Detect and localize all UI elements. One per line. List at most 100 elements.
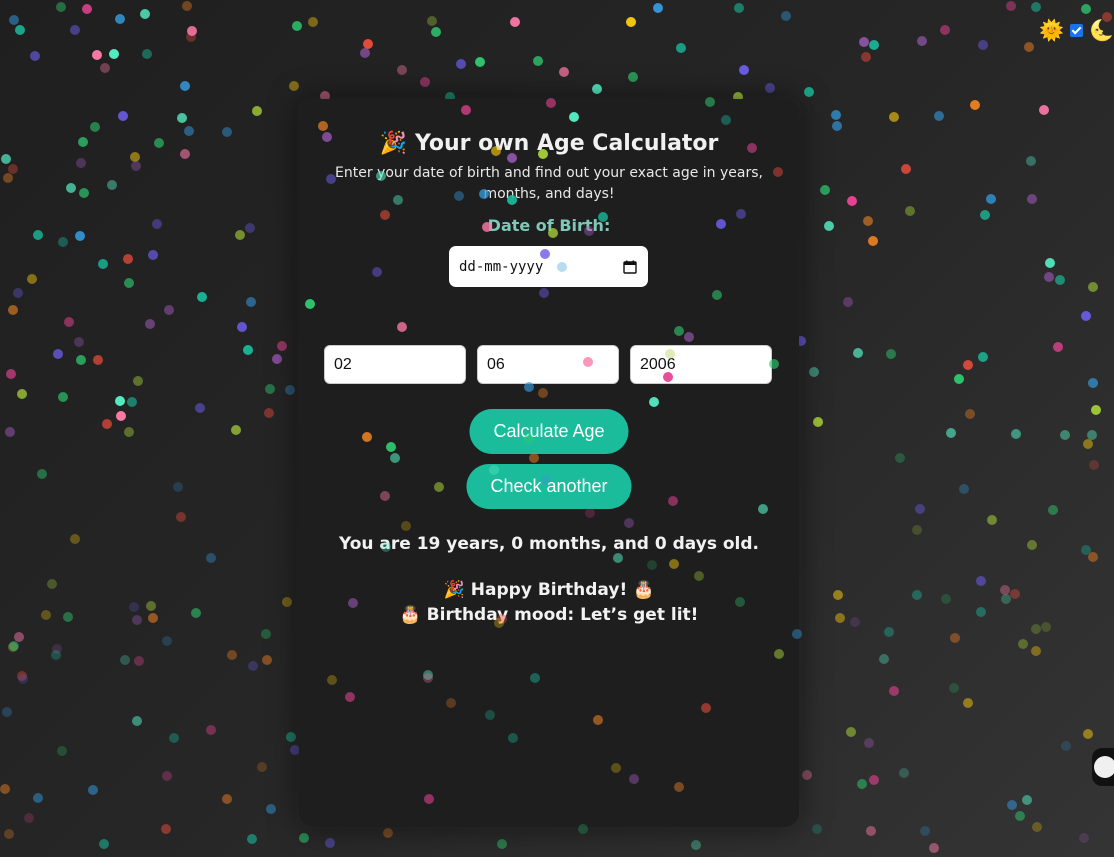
confetti-dot — [625, 17, 636, 28]
confetti-dot — [1018, 638, 1029, 649]
month-field[interactable]: 06 — [477, 345, 619, 384]
confetti-dot — [460, 104, 471, 115]
confetti-dot — [675, 42, 686, 53]
confetti-dot — [1030, 623, 1041, 634]
confetti-dot — [190, 608, 201, 619]
confetti-dot — [811, 823, 822, 834]
confetti-dot — [196, 291, 207, 302]
confetti-dot — [124, 277, 135, 288]
confetti-dot — [894, 452, 905, 463]
confetti-dot — [809, 366, 820, 377]
age-result: You are 19 years, 0 months, and 0 days o… — [338, 534, 760, 554]
confetti-dot — [857, 778, 868, 789]
confetti-dot — [248, 660, 259, 671]
confetti-dot — [271, 354, 282, 365]
confetti-dot — [1027, 193, 1038, 204]
confetti-dot — [592, 714, 603, 725]
confetti-dot — [23, 812, 34, 823]
confetti-dot — [55, 2, 66, 13]
confetti-dot — [510, 16, 520, 27]
confetti-dot — [153, 138, 164, 149]
confetti-dot — [141, 49, 152, 60]
confetti-dot — [1087, 281, 1098, 292]
confetti-dot — [176, 113, 187, 124]
confetti-dot — [598, 211, 609, 222]
confetti-dot — [292, 20, 302, 31]
confetti-dot — [1006, 0, 1017, 11]
confetti-dot — [970, 99, 980, 110]
birthday-message: 🎉 Happy Birthday! 🎂 — [443, 580, 655, 600]
confetti-dot — [1054, 275, 1065, 286]
confetti-dot — [568, 111, 579, 122]
day-field[interactable]: 02 — [324, 345, 466, 384]
confetti-dot — [556, 261, 567, 272]
confetti-dot — [65, 182, 76, 193]
confetti-dot — [51, 649, 62, 660]
confetti-dot — [690, 839, 701, 850]
confetti-dot — [47, 579, 58, 590]
confetti-dot — [122, 254, 133, 265]
confetti-dot — [843, 297, 853, 308]
confetti-dot — [130, 160, 141, 171]
confetti-dot — [69, 24, 80, 35]
confetti-dot — [912, 525, 923, 536]
confetti-dot — [91, 49, 102, 60]
confetti-dot — [3, 172, 14, 183]
confetti-dot — [1091, 404, 1102, 415]
confetti-dot — [257, 761, 268, 772]
confetti-dot — [979, 209, 990, 220]
confetti-dot — [949, 633, 960, 643]
confetti-dot — [226, 650, 237, 661]
confetti-dot — [102, 419, 113, 430]
confetti-dot — [898, 767, 909, 778]
confetti-dot — [963, 359, 974, 370]
confetti-dot — [195, 402, 206, 413]
calendar-icon[interactable] — [623, 260, 637, 274]
theme-checkbox[interactable] — [1070, 23, 1084, 37]
confetti-dot — [701, 702, 712, 713]
confetti-dot — [382, 827, 393, 838]
confetti-dot — [123, 426, 134, 437]
confetti-dot — [100, 63, 110, 74]
confetti-dot — [1047, 504, 1058, 515]
title-text: Your own Age Calculator — [414, 131, 719, 156]
confetti-dot — [889, 685, 900, 696]
confetti-dot — [286, 731, 297, 742]
confetti-dot — [792, 629, 803, 639]
confetti-dot — [263, 408, 274, 419]
confetti-dot — [75, 355, 86, 365]
confetti-dot — [648, 397, 659, 408]
confetti-dot — [584, 225, 595, 236]
side-widget-button[interactable] — [1092, 748, 1114, 786]
theme-toggle[interactable]: 🌞 🌜 — [1039, 18, 1114, 42]
confetti-dot — [181, 0, 192, 11]
confetti-dot — [889, 111, 899, 122]
confetti-dot — [1001, 594, 1012, 605]
confetti-dot — [949, 683, 960, 694]
confetti-dot — [914, 504, 925, 515]
confetti-dot — [326, 675, 337, 686]
confetti-dot — [1053, 341, 1064, 352]
confetti-dot — [868, 40, 879, 51]
confetti-dot — [1044, 271, 1055, 282]
confetti-dot — [161, 635, 172, 646]
confetti-dot — [32, 230, 43, 241]
confetti-dot — [496, 838, 507, 849]
calculate-age-button[interactable]: Calculate Age — [469, 409, 629, 454]
confetti-dot — [115, 13, 126, 24]
confetti-dot — [559, 66, 569, 77]
confetti-dot — [148, 613, 158, 624]
confetti-dot — [1087, 551, 1098, 562]
year-field[interactable]: 2006 — [630, 345, 772, 384]
confetti-dot — [304, 298, 315, 309]
confetti-dot — [1000, 585, 1011, 596]
confetti-dot — [2, 706, 13, 717]
confetti-dot — [179, 81, 190, 92]
confetti-dot — [26, 274, 37, 285]
confetti-dot — [172, 482, 183, 492]
confetti-dot — [242, 345, 253, 356]
confetti-dot — [945, 427, 956, 438]
confetti-dot — [484, 710, 495, 721]
confetti-dot — [869, 774, 880, 785]
confetti-dot — [392, 195, 403, 206]
